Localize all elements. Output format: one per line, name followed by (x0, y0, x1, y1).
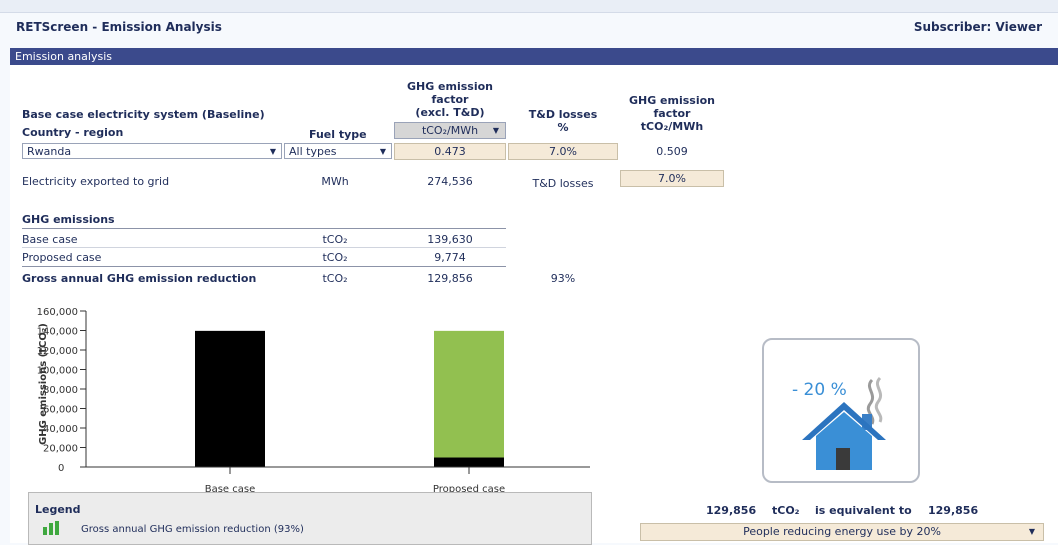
ghg-factor-header: GHG emission factor (excl. T&D) (394, 80, 506, 119)
ghg-factor-field[interactable]: 0.473 (394, 143, 506, 160)
fuel-type-label: Fuel type (309, 128, 367, 141)
subscriber-label: Subscriber: Viewer (913, 20, 1042, 34)
divider (22, 266, 506, 267)
bar-proposed-case (434, 457, 504, 467)
ghg-factor-unit-dropdown[interactable]: tCO₂/MWh ▼ (394, 122, 506, 139)
ghg-factor-header-line2: factor (431, 93, 469, 106)
house-smoke-icon (802, 376, 886, 470)
fuel-type-dropdown[interactable]: All types ▼ (284, 143, 392, 159)
equiv-text: is equivalent to (815, 504, 912, 517)
ghg-heading: GHG emissions (22, 213, 115, 226)
emission-chart: 160,000140,000120,000100,00080,00060,000… (37, 307, 590, 495)
legend-item-label: Gross annual GHG emission reduction (93%… (81, 524, 304, 535)
divider (22, 228, 506, 229)
chart-bars (195, 330, 504, 467)
chevron-down-icon: ▼ (269, 147, 276, 156)
fuel-type-value: All types (289, 145, 337, 158)
ghg-factor2-header-line1: GHG emission (628, 94, 716, 107)
app-title: RETScreen - Emission Analysis (16, 20, 222, 34)
ghg-factor2-header-line2: factor (653, 107, 691, 120)
y-axis-label: GHG emissions (tCO₂) (38, 323, 49, 445)
base-case-unit: tCO₂ (322, 233, 348, 246)
export-unit: MWh (321, 175, 349, 188)
chevron-down-icon: ▼ (379, 147, 386, 156)
chevron-down-icon: ▼ (1028, 527, 1035, 536)
bar-base-case (195, 330, 265, 467)
divider (22, 247, 506, 248)
equiv-value-left: 129,856 (706, 504, 757, 517)
y-tick-label: 160,000 (37, 307, 78, 318)
equiv-value-right: 129,856 (928, 504, 979, 517)
td-losses-header: T&D losses % (508, 108, 618, 134)
ghg-factor2-value: 0.509 (656, 145, 688, 158)
td-losses-header-line1: T&D losses (528, 108, 598, 121)
y-tick-label: 0 (58, 463, 64, 474)
legend-box: Legend Gross annual GHG emission reducti… (28, 492, 592, 545)
country-value: Rwanda (27, 145, 72, 158)
proposed-case-label: Proposed case (22, 251, 102, 264)
ghg-factor-header-line3: (excl. T&D) (415, 106, 485, 119)
base-case-value: 139,630 (427, 233, 473, 246)
export-value: 274,536 (427, 175, 473, 188)
legend-title: Legend (35, 503, 81, 516)
gross-reduction-pct: 93% (550, 272, 576, 285)
bar-reduction (434, 330, 504, 458)
equivalence-selection: People reducing energy use by 20% (743, 525, 941, 538)
bar-chart-icon (43, 521, 61, 535)
base-case-label: Base case (22, 233, 78, 246)
gross-reduction-value: 129,856 (427, 272, 473, 285)
ghg-factor-header-line1: GHG emission (406, 80, 494, 93)
export-label: Electricity exported to grid (22, 175, 170, 188)
proposed-case-value: 9,774 (434, 251, 466, 264)
country-label: Country - region (22, 126, 124, 139)
country-dropdown[interactable]: Rwanda ▼ (22, 143, 282, 159)
ghg-factor2-header: GHG emission factor tCO₂/MWh (620, 94, 724, 133)
gross-reduction-unit: tCO₂ (322, 272, 348, 285)
section-header: Emission analysis (10, 48, 1058, 65)
proposed-case-unit: tCO₂ (322, 251, 348, 264)
baseline-heading: Base case electricity system (Baseline) (22, 108, 265, 121)
td-losses-header-line2: % (557, 121, 569, 134)
export-td-field[interactable]: 7.0% (620, 170, 724, 187)
section-title: Emission analysis (15, 50, 112, 63)
td-losses-field[interactable]: 7.0% (508, 143, 618, 160)
ghg-factor-unit-value: tCO₂/MWh (421, 124, 479, 137)
window-top-strip (0, 0, 1058, 13)
ghg-factor2-header-line3: tCO₂/MWh (640, 120, 704, 133)
gross-reduction-label: Gross annual GHG emission reduction (22, 272, 257, 285)
chevron-down-icon: ▼ (492, 126, 499, 135)
equiv-unit: tCO₂ (772, 504, 800, 517)
equivalence-dropdown[interactable]: People reducing energy use by 20% ▼ (640, 523, 1044, 541)
export-td-label: T&D losses (532, 177, 594, 190)
equivalence-card: - 20 % (762, 338, 920, 483)
